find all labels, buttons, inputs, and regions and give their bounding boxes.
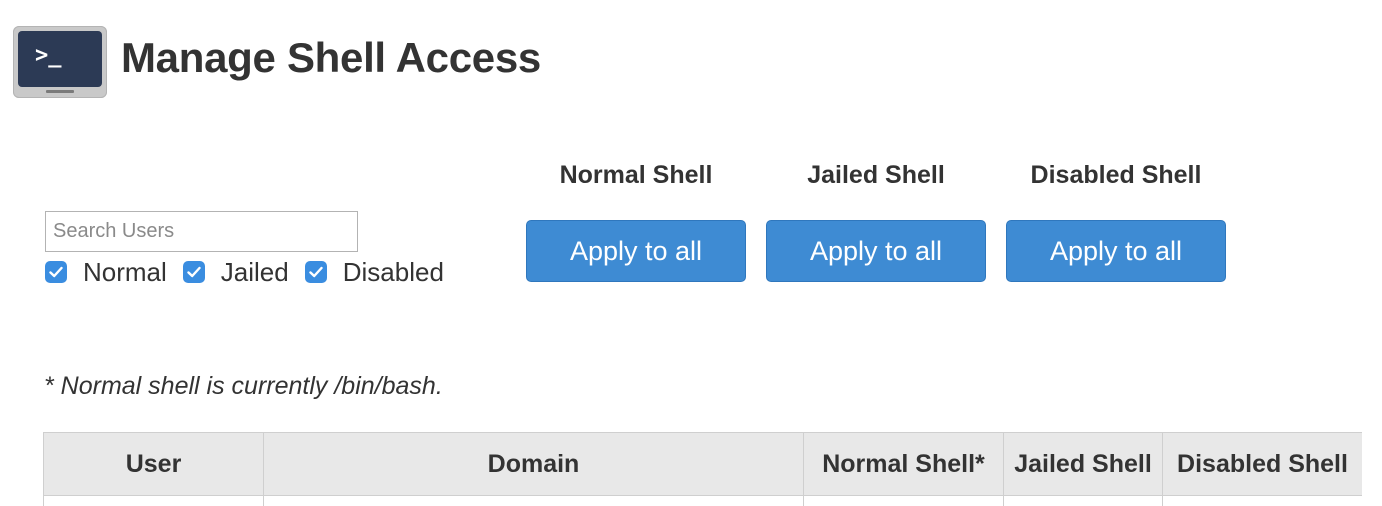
table-cell	[43, 495, 264, 506]
column-header-normal-shell[interactable]: Normal Shell*	[803, 432, 1004, 496]
table-cell	[1162, 495, 1362, 506]
normal-shell-action: Normal Shell Apply to all	[526, 158, 746, 282]
column-header-domain[interactable]: Domain	[263, 432, 804, 496]
filter-label: Jailed	[220, 257, 289, 287]
apply-normal-shell-button[interactable]: Apply to all	[526, 220, 746, 282]
checkbox-checked-icon[interactable]	[45, 261, 67, 283]
table-row	[43, 495, 1362, 506]
table-cell	[1003, 495, 1163, 506]
jailed-shell-heading: Jailed Shell	[807, 161, 945, 189]
filter-label: Disabled	[342, 257, 444, 287]
checkbox-checked-icon[interactable]	[182, 261, 205, 283]
normal-shell-heading: Normal Shell	[559, 161, 713, 189]
column-header-jailed-shell[interactable]: Jailed Shell	[1003, 432, 1163, 496]
search-users-input[interactable]	[45, 211, 358, 252]
disabled-shell-heading: Disabled Shell	[1030, 161, 1202, 189]
page-title: Manage Shell Access	[121, 34, 541, 81]
table-cell	[263, 495, 804, 506]
filter-disabled[interactable]: Disabled	[304, 257, 444, 287]
checkbox-checked-icon[interactable]	[304, 261, 327, 283]
filter-normal[interactable]: Normal	[45, 257, 167, 287]
jailed-shell-action: Jailed Shell Apply to all	[766, 158, 986, 282]
table-cell	[803, 495, 1004, 506]
terminal-prompt-glyph: >_	[35, 43, 62, 68]
users-table: User Domain Normal Shell* Jailed Shell D…	[43, 432, 1362, 506]
apply-disabled-shell-button[interactable]: Apply to all	[1006, 220, 1226, 282]
filter-checkboxes: Normal Jailed Disabled	[45, 257, 460, 287]
filter-jailed[interactable]: Jailed	[182, 257, 289, 287]
column-header-disabled-shell[interactable]: Disabled Shell	[1162, 432, 1362, 496]
filter-label: Normal	[83, 257, 167, 287]
table-header-row: User Domain Normal Shell* Jailed Shell D…	[43, 432, 1362, 496]
terminal-stand	[46, 90, 74, 93]
normal-shell-note: * Normal shell is currently /bin/bash.	[44, 372, 443, 400]
apply-jailed-shell-button[interactable]: Apply to all	[766, 220, 986, 282]
terminal-screen: >_	[18, 31, 102, 87]
terminal-icon: >_	[13, 26, 107, 98]
column-header-user[interactable]: User	[43, 432, 264, 496]
disabled-shell-action: Disabled Shell Apply to all	[1006, 158, 1226, 282]
